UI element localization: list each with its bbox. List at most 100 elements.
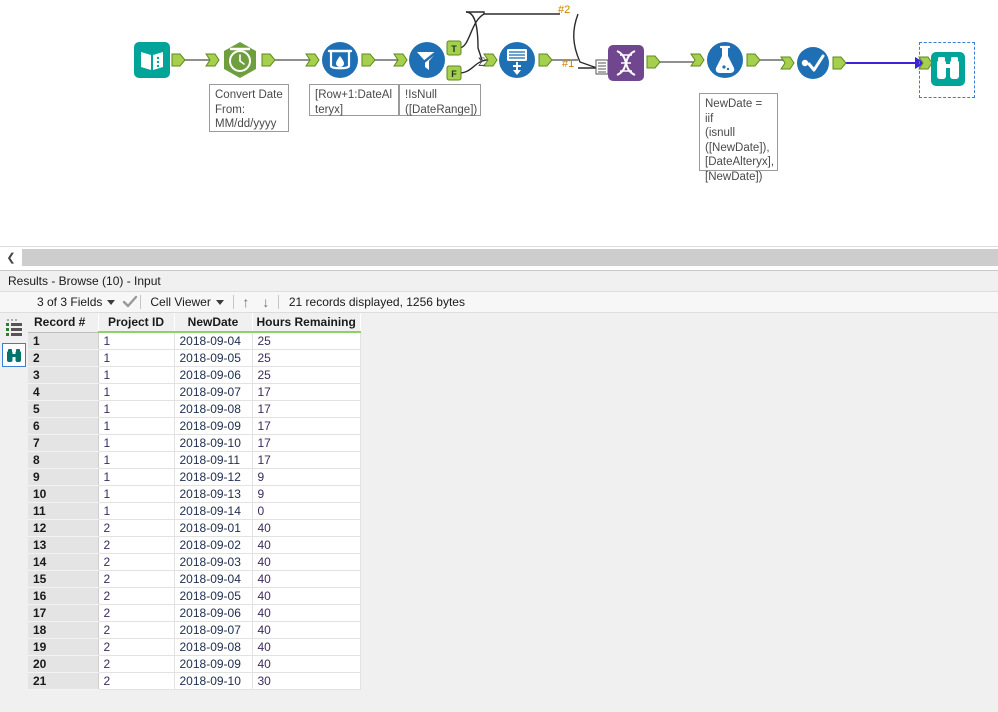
cell-record[interactable]: 11 <box>28 502 99 520</box>
check-icon[interactable] <box>122 295 138 309</box>
cell-value[interactable]: 0 <box>252 502 361 520</box>
cell-value[interactable]: 25 <box>252 366 361 384</box>
cell-value[interactable]: 2 <box>98 621 175 639</box>
cell-value[interactable]: 30 <box>252 672 361 690</box>
cell-value[interactable]: 2018-09-10 <box>174 672 253 690</box>
cell-value[interactable]: 2018-09-13 <box>174 485 253 503</box>
cell-record[interactable]: 6 <box>28 417 99 435</box>
cell-value[interactable]: 1 <box>98 332 175 350</box>
cell-value[interactable]: 40 <box>252 621 361 639</box>
arrow-down-icon[interactable]: ↓ <box>256 292 276 312</box>
cell-value[interactable]: 2018-09-01 <box>174 519 253 537</box>
cell-value[interactable]: 2 <box>98 587 175 605</box>
cell-value[interactable]: 40 <box>252 536 361 554</box>
cell-value[interactable]: 1 <box>98 468 175 486</box>
cell-record[interactable]: 9 <box>28 468 99 486</box>
cell-value[interactable]: 2018-09-04 <box>174 570 253 588</box>
cell-value[interactable]: 2018-09-09 <box>174 417 253 435</box>
cell-value[interactable]: 40 <box>252 519 361 537</box>
table-row[interactable]: 2 1 2018-09-05 25 <box>28 349 361 367</box>
cell-value[interactable]: 2 <box>98 536 175 554</box>
cell-value[interactable]: 40 <box>252 553 361 571</box>
cell-value[interactable]: 2018-09-07 <box>174 621 253 639</box>
cell-record[interactable]: 18 <box>28 621 99 639</box>
table-row[interactable]: 6 1 2018-09-09 17 <box>28 417 361 435</box>
table-row[interactable]: 3 1 2018-09-06 25 <box>28 366 361 384</box>
table-row[interactable]: 17 2 2018-09-06 40 <box>28 604 361 622</box>
cell-value[interactable]: 1 <box>98 451 175 469</box>
cell-value[interactable]: 2 <box>98 604 175 622</box>
table-row[interactable]: 18 2 2018-09-07 40 <box>28 621 361 639</box>
cell-record[interactable]: 7 <box>28 434 99 452</box>
cell-value[interactable]: 2 <box>98 553 175 571</box>
cell-record[interactable]: 16 <box>28 587 99 605</box>
rail-icon-list[interactable] <box>2 315 26 339</box>
cell-value[interactable]: 2018-09-04 <box>174 332 253 350</box>
table-row[interactable]: 15 2 2018-09-04 40 <box>28 570 361 588</box>
table-row[interactable]: 11 1 2018-09-14 0 <box>28 502 361 520</box>
canvas-scrollbar[interactable]: ❮ <box>0 246 998 268</box>
cell-record[interactable]: 15 <box>28 570 99 588</box>
table-row[interactable]: 19 2 2018-09-08 40 <box>28 638 361 656</box>
chevron-left-icon[interactable]: ❮ <box>0 247 22 268</box>
cell-record[interactable]: 21 <box>28 672 99 690</box>
cell-value[interactable]: 17 <box>252 417 361 435</box>
cell-record[interactable]: 10 <box>28 485 99 503</box>
cell-record[interactable]: 17 <box>28 604 99 622</box>
cell-value[interactable]: 1 <box>98 434 175 452</box>
table-row[interactable]: 21 2 2018-09-10 30 <box>28 672 361 690</box>
cell-record[interactable]: 3 <box>28 366 99 384</box>
cell-value[interactable]: 1 <box>98 400 175 418</box>
table-row[interactable]: 7 1 2018-09-10 17 <box>28 434 361 452</box>
canvas-hscroll-track[interactable] <box>22 249 998 266</box>
cell-value[interactable]: 2018-09-14 <box>174 502 253 520</box>
arrow-up-icon[interactable]: ↑ <box>236 292 256 312</box>
cell-record[interactable]: 1 <box>28 332 99 350</box>
table-row[interactable]: 13 2 2018-09-02 40 <box>28 536 361 554</box>
cell-record[interactable]: 20 <box>28 655 99 673</box>
cell-record[interactable]: 19 <box>28 638 99 656</box>
cell-value[interactable]: 1 <box>98 383 175 401</box>
cell-value[interactable]: 25 <box>252 332 361 350</box>
cell-value[interactable]: 2018-09-08 <box>174 400 253 418</box>
cell-value[interactable]: 40 <box>252 570 361 588</box>
results-grid-container[interactable]: Record # Project ID NewDate Hours Remain… <box>28 313 998 712</box>
cell-value[interactable]: 2018-09-12 <box>174 468 253 486</box>
table-row[interactable]: 16 2 2018-09-05 40 <box>28 587 361 605</box>
cell-value[interactable]: 2018-09-05 <box>174 349 253 367</box>
cell-value[interactable]: 2018-09-06 <box>174 366 253 384</box>
cell-record[interactable]: 2 <box>28 349 99 367</box>
cell-record[interactable]: 12 <box>28 519 99 537</box>
cell-value[interactable]: 17 <box>252 400 361 418</box>
table-row[interactable]: 5 1 2018-09-08 17 <box>28 400 361 418</box>
cell-value[interactable]: 1 <box>98 485 175 503</box>
table-row[interactable]: 10 1 2018-09-13 9 <box>28 485 361 503</box>
cell-value[interactable]: 2 <box>98 570 175 588</box>
cell-value[interactable]: 17 <box>252 451 361 469</box>
cell-record[interactable]: 14 <box>28 553 99 571</box>
fields-selector[interactable]: 3 of 3 Fields <box>30 292 122 312</box>
table-row[interactable]: 8 1 2018-09-11 17 <box>28 451 361 469</box>
cell-value[interactable]: 1 <box>98 349 175 367</box>
cell-value[interactable]: 17 <box>252 383 361 401</box>
cell-value[interactable]: 17 <box>252 434 361 452</box>
cell-record[interactable]: 13 <box>28 536 99 554</box>
cell-value[interactable]: 2 <box>98 655 175 673</box>
cell-value[interactable]: 9 <box>252 468 361 486</box>
cell-record[interactable]: 8 <box>28 451 99 469</box>
cell-value[interactable]: 1 <box>98 502 175 520</box>
table-row[interactable]: 4 1 2018-09-07 17 <box>28 383 361 401</box>
cell-value[interactable]: 2 <box>98 672 175 690</box>
table-row[interactable]: 20 2 2018-09-09 40 <box>28 655 361 673</box>
cell-value[interactable]: 2018-09-06 <box>174 604 253 622</box>
cell-value[interactable]: 40 <box>252 638 361 656</box>
cell-value[interactable]: 2018-09-09 <box>174 655 253 673</box>
table-row[interactable]: 9 1 2018-09-12 9 <box>28 468 361 486</box>
cell-value[interactable]: 2018-09-03 <box>174 553 253 571</box>
viewer-selector[interactable]: Cell Viewer <box>143 292 230 312</box>
table-row[interactable]: 12 2 2018-09-01 40 <box>28 519 361 537</box>
column-header-newdate[interactable]: NewDate <box>174 313 253 333</box>
table-row[interactable]: 14 2 2018-09-03 40 <box>28 553 361 571</box>
table-row[interactable]: 1 1 2018-09-04 25 <box>28 332 361 350</box>
cell-value[interactable]: 9 <box>252 485 361 503</box>
